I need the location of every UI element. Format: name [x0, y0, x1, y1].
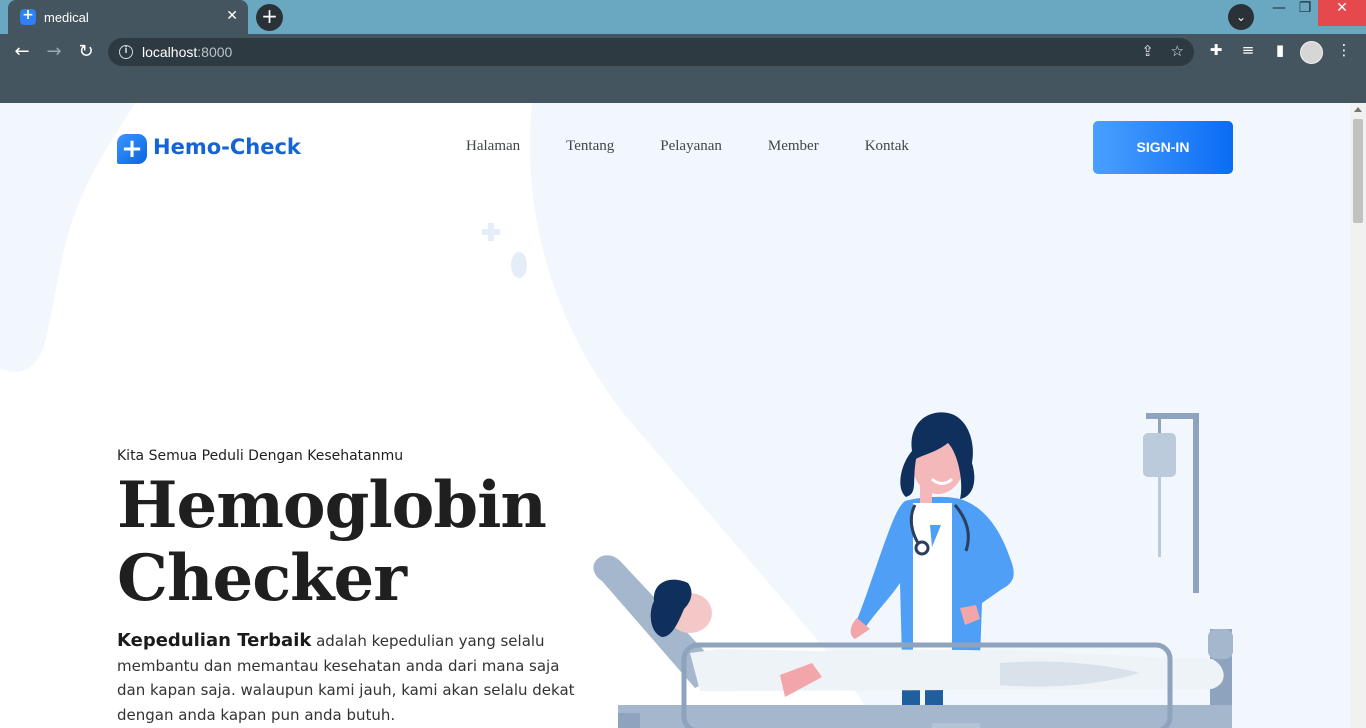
sign-in-button[interactable]: SIGN-IN	[1093, 121, 1233, 174]
site-info-icon[interactable]: i	[119, 45, 133, 59]
doctor-patient-illustration	[593, 412, 1233, 728]
hero-tagline: Kita Semua Peduli Dengan Kesehatanmu	[117, 448, 404, 464]
forward-arrow-icon[interactable]: →	[41, 40, 67, 64]
share-icon[interactable]: ⇪	[1141, 42, 1154, 60]
nav-link-tentang[interactable]: Tentang	[566, 138, 614, 155]
side-panel-icon[interactable]: ▮	[1270, 41, 1290, 61]
brand-name: Hemo-Check	[153, 135, 301, 159]
tab-favicon-icon	[20, 7, 36, 25]
nav-link-kontak[interactable]: Kontak	[865, 138, 909, 155]
bookmarks-bar	[0, 70, 1366, 103]
hero-description-emphasis: Kepedulian Terbaik	[117, 630, 312, 651]
nav-link-member[interactable]: Member	[768, 138, 819, 155]
url-host: localhost	[142, 44, 198, 60]
nav-link-halaman[interactable]: Halaman	[466, 138, 520, 155]
browser-tabstrip: medical ✕ + ⌄ — ❐ ✕	[0, 0, 1366, 34]
extensions-puzzle-icon[interactable]: ✚	[1206, 41, 1226, 61]
tab-title: medical	[44, 10, 89, 25]
profile-avatar-icon[interactable]	[1300, 41, 1323, 64]
tab-search-button[interactable]: ⌄	[1228, 4, 1254, 30]
hero-title-line-1: Hemoglobin	[117, 468, 547, 543]
hero-title-line-2: Checker	[117, 541, 407, 616]
scroll-up-arrow-icon[interactable]	[1354, 107, 1362, 112]
bookmark-star-icon[interactable]: ☆	[1171, 42, 1184, 60]
medical-cross-icon	[117, 134, 147, 164]
browser-menu-icon[interactable]: ⋮	[1334, 41, 1354, 61]
main-nav: Halaman Tentang Pelayanan Member Kontak	[466, 138, 909, 155]
page-scrollbar[interactable]	[1350, 103, 1366, 728]
url-port: :8000	[197, 44, 233, 60]
browser-tab[interactable]: medical ✕	[8, 0, 248, 34]
tab-close-icon[interactable]: ✕	[226, 8, 238, 24]
browser-toolbar: ← → ↻ i localhost:8000 ⇪ ☆ ✚ ≡ ▮ ⋮	[0, 34, 1366, 70]
new-tab-button[interactable]: +	[256, 4, 283, 31]
window-close-button[interactable]: ✕	[1318, 0, 1366, 26]
reload-icon[interactable]: ↻	[73, 40, 99, 64]
media-control-icon[interactable]: ≡	[1238, 41, 1258, 61]
scrollbar-thumb[interactable]	[1353, 119, 1363, 223]
back-arrow-icon[interactable]: ←	[9, 40, 35, 64]
url-text[interactable]: localhost:8000	[142, 44, 232, 60]
hero-title: Hemoglobin Checker	[117, 469, 557, 615]
address-bar[interactable]: i localhost:8000 ⇪ ☆	[108, 38, 1194, 66]
nav-link-pelayanan[interactable]: Pelayanan	[660, 138, 722, 155]
page-viewport: Hemo-Check Halaman Tentang Pelayanan Mem…	[0, 103, 1366, 728]
hero-description: Kepedulian Terbaik adalah kepedulian yan…	[117, 629, 577, 727]
